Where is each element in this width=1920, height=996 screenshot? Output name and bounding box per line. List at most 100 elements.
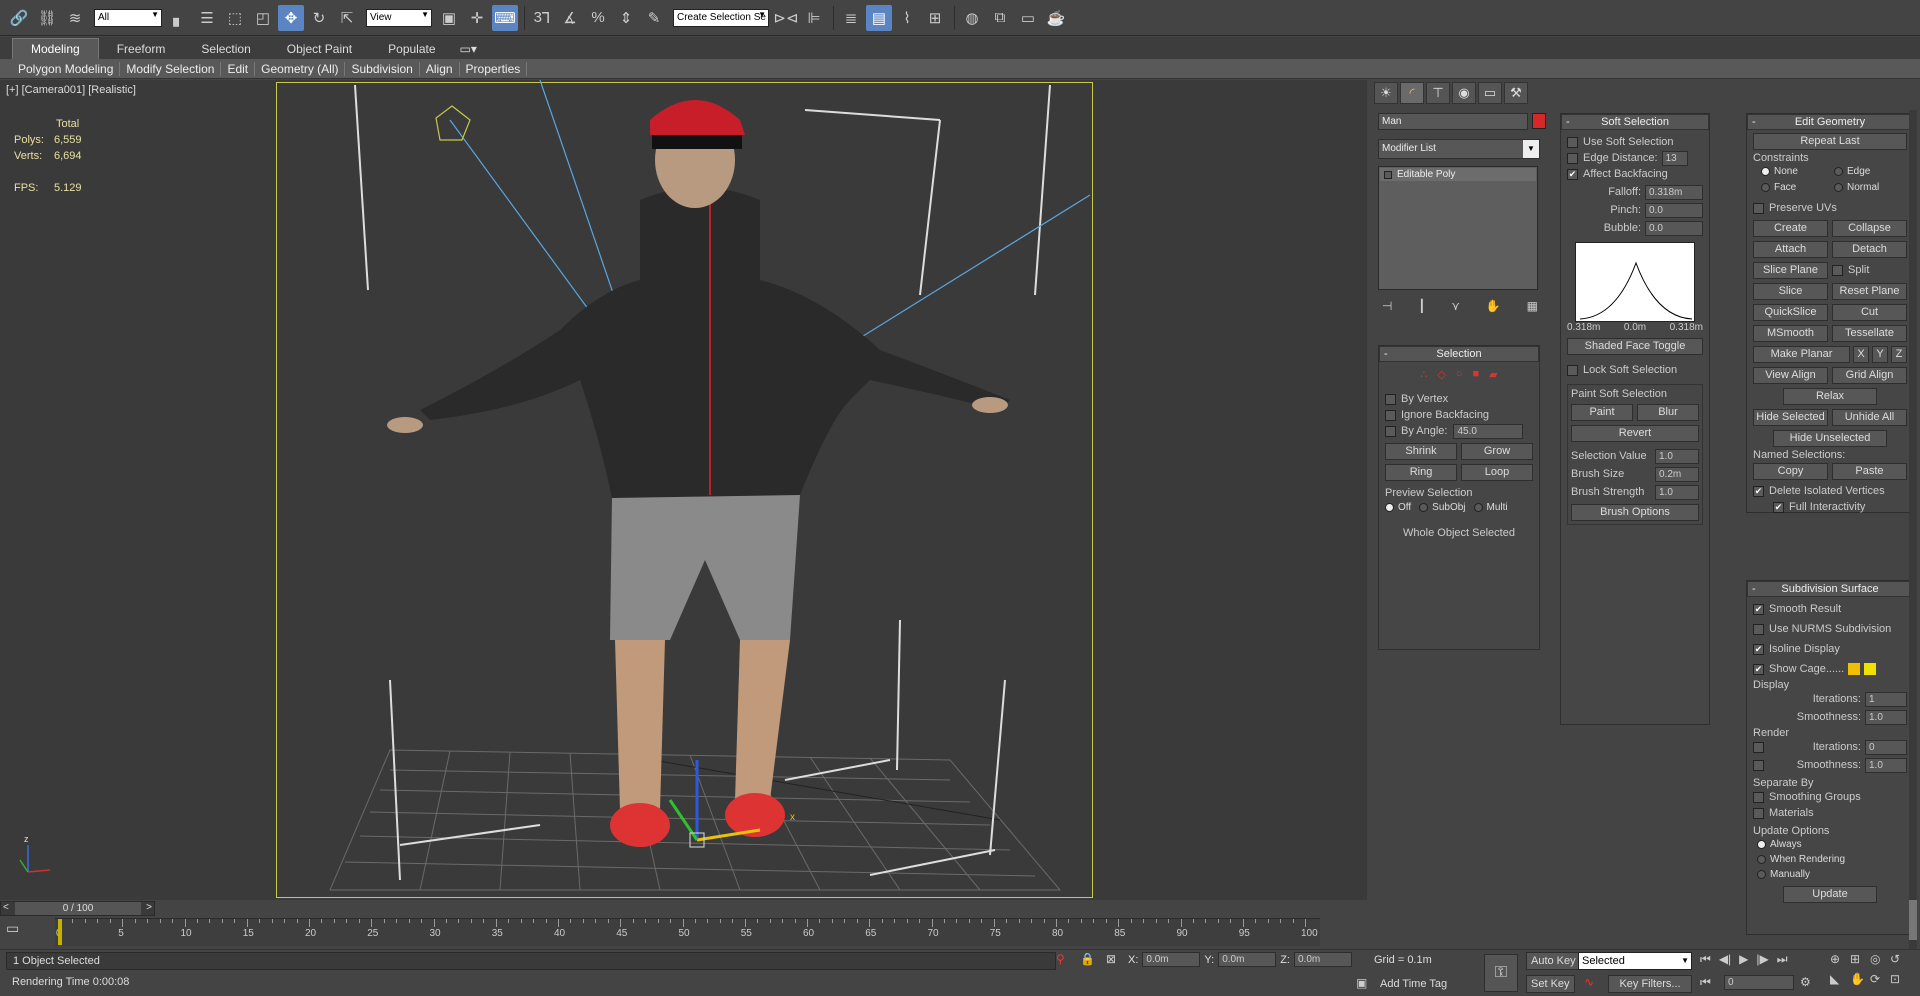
bubble-spinner[interactable]: 0.0 <box>1645 220 1703 236</box>
blur-button[interactable]: Blur <box>1637 404 1699 421</box>
modify-tab-icon[interactable]: ◜ <box>1400 82 1424 104</box>
time-config-icon[interactable]: ⚙ <box>1800 975 1811 989</box>
pan-icon[interactable]: ✋ <box>1850 972 1870 986</box>
keyboard-shortcut-icon[interactable]: ⌨ <box>492 4 518 31</box>
panel-align[interactable]: Align <box>420 61 460 76</box>
align-icon[interactable]: ⊫ <box>801 5 827 31</box>
create-button[interactable]: Create <box>1753 220 1828 237</box>
render-iterations-spinner[interactable]: 0 <box>1865 739 1907 755</box>
pinch-spinner[interactable]: 0.0 <box>1645 202 1703 218</box>
preview-multi-radio[interactable]: Multi <box>1473 502 1508 513</box>
y-coordinate-field[interactable]: 0.0m <box>1218 952 1277 967</box>
named-selection-sets-select[interactable]: Create Selection Se ▼ <box>673 8 769 27</box>
select-move-icon[interactable]: ✥ <box>278 4 304 31</box>
track-bar[interactable]: 0510152025303540455055606570758085909510… <box>55 918 1320 946</box>
make-unique-icon[interactable]: ⋎ <box>1451 299 1460 313</box>
tab-freeform[interactable]: Freeform <box>99 39 184 59</box>
planar-x-button[interactable]: X <box>1853 346 1869 363</box>
reset-plane-button[interactable]: Reset Plane <box>1832 283 1907 300</box>
hierarchy-tab-icon[interactable]: ⊤ <box>1426 82 1450 104</box>
shaded-face-toggle-button[interactable]: Shaded Face Toggle <box>1567 338 1703 355</box>
materials-checkbox[interactable]: Materials <box>1753 805 1907 821</box>
render-iterations-row[interactable]: Iterations: 0 <box>1753 739 1907 755</box>
grid-align-button[interactable]: Grid Align <box>1832 367 1907 384</box>
character-man[interactable] <box>387 100 1010 847</box>
shrink-button[interactable]: Shrink <box>1385 443 1457 460</box>
show-end-result-icon[interactable]: ┃ <box>1418 299 1425 313</box>
reference-coord-select[interactable]: View ▼ <box>366 8 432 27</box>
paint-button[interactable]: Paint <box>1571 404 1633 421</box>
prev-frame-icon[interactable]: < <box>3 902 9 913</box>
select-object-icon[interactable]: ▖ <box>166 5 192 31</box>
command-panel-scrollbar[interactable] <box>1909 110 1917 950</box>
modifier-list-select[interactable]: Modifier List ▼ <box>1378 139 1540 159</box>
select-scale-icon[interactable]: ⇱ <box>334 5 360 31</box>
constraint-edge-radio[interactable]: Edge <box>1834 164 1907 180</box>
object-color-swatch[interactable] <box>1532 113 1546 129</box>
schematic-view-icon[interactable]: ⊞ <box>922 5 948 31</box>
repeat-last-button[interactable]: Repeat Last <box>1753 133 1907 150</box>
border-mode-icon[interactable]: ○ <box>1456 368 1463 381</box>
window-crossing-icon[interactable]: ◰ <box>250 5 276 31</box>
pivot-center-icon[interactable]: ▣ <box>436 5 462 31</box>
update-when-rendering-radio[interactable]: When Rendering <box>1757 852 1907 867</box>
smoothing-groups-checkbox[interactable]: Smoothing Groups <box>1753 789 1907 805</box>
edit-geometry-header[interactable]: - Edit Geometry <box>1747 114 1913 130</box>
current-frame-field[interactable]: 0 <box>1724 975 1794 990</box>
vertex-mode-icon[interactable]: ∴ <box>1420 368 1427 381</box>
isoline-display-checkbox[interactable]: ✔ Isoline Display <box>1753 641 1907 657</box>
tab-selection[interactable]: Selection <box>183 39 268 59</box>
cage-color-swatch[interactable] <box>1848 663 1861 675</box>
slice-plane-button[interactable]: Slice Plane <box>1753 262 1828 279</box>
hide-selected-button[interactable]: Hide Selected <box>1753 409 1828 426</box>
create-tab-icon[interactable]: ☀ <box>1374 82 1398 104</box>
use-nurms-checkbox[interactable]: Use NURMS Subdivision <box>1753 621 1907 637</box>
attach-button[interactable]: Attach <box>1753 241 1828 258</box>
time-tag-icon[interactable]: ▣ <box>1356 976 1367 990</box>
render-smoothness-row[interactable]: Smoothness: 1.0 <box>1753 757 1907 773</box>
update-button[interactable]: Update <box>1783 886 1877 903</box>
ring-button[interactable]: Ring <box>1385 464 1457 481</box>
brush-options-button[interactable]: Brush Options <box>1571 504 1699 521</box>
ignore-backfacing-checkbox[interactable]: Ignore Backfacing <box>1385 407 1533 423</box>
render-production-icon[interactable]: ☕ <box>1043 5 1069 31</box>
stack-item-editable-poly[interactable]: Editable Poly <box>1380 168 1536 181</box>
key-mode-select[interactable]: Selected ▼ <box>1578 952 1692 970</box>
percent-snap-icon[interactable]: % <box>585 5 611 31</box>
display-tab-icon[interactable]: ▭ <box>1478 82 1502 104</box>
render-setup-icon[interactable]: ⧉ <box>987 5 1013 31</box>
auto-key-button[interactable]: Auto Key <box>1526 952 1581 970</box>
track-bar-icon[interactable]: ▭ <box>6 920 36 940</box>
make-planar-button[interactable]: Make Planar <box>1753 346 1850 363</box>
unhide-all-button[interactable]: Unhide All <box>1832 409 1907 426</box>
utilities-tab-icon[interactable]: ⚒ <box>1504 82 1528 104</box>
select-rotate-icon[interactable]: ↻ <box>306 5 332 31</box>
x-coordinate-field[interactable]: 0.0m <box>1142 952 1201 967</box>
orbit-icon[interactable]: ◎ <box>1870 952 1890 966</box>
by-vertex-checkbox[interactable]: By Vertex <box>1385 391 1533 407</box>
cage-selection-color-swatch[interactable] <box>1864 663 1877 675</box>
quickslice-button[interactable]: QuickSlice <box>1753 304 1828 321</box>
preview-off-radio[interactable]: Off <box>1385 502 1411 513</box>
goto-start-icon[interactable]: ⏮ <box>1700 952 1711 967</box>
selection-lock-icon[interactable]: 🔒 <box>1080 952 1095 966</box>
msmooth-button[interactable]: MSmooth <box>1753 325 1828 342</box>
material-editor-icon[interactable]: ◍ <box>959 5 985 31</box>
rendered-frame-window-icon[interactable]: ▭ <box>1015 5 1041 31</box>
display-smoothness-spinner[interactable]: 1.0 <box>1865 709 1907 725</box>
zoom-all-icon[interactable]: ⊞ <box>1850 952 1870 966</box>
key-filters-button[interactable]: Key Filters... <box>1608 975 1692 993</box>
viewport-camera001[interactable]: [+] [Camera001] [Realistic] Total Polys:… <box>0 80 1367 900</box>
edge-distance-spinner[interactable]: 13 <box>1661 150 1688 166</box>
hide-unselected-button[interactable]: Hide Unselected <box>1773 430 1887 447</box>
isolate-toggle-icon[interactable]: ⚲ <box>1056 952 1065 966</box>
falloff-spinner[interactable]: 0.318m <box>1645 184 1703 200</box>
use-soft-selection-checkbox[interactable]: Use Soft Selection <box>1567 134 1703 150</box>
light-icon[interactable] <box>435 105 471 141</box>
angle-snap-icon[interactable]: ∡ <box>557 5 583 31</box>
layer-manager-icon[interactable]: ≣ <box>838 5 864 31</box>
motion-tab-icon[interactable]: ◉ <box>1452 82 1476 104</box>
zoom-icon[interactable]: ⊕ <box>1830 952 1850 966</box>
next-key-icon[interactable]: |▶ <box>1756 952 1768 967</box>
soft-selection-header[interactable]: - Soft Selection <box>1561 114 1709 130</box>
